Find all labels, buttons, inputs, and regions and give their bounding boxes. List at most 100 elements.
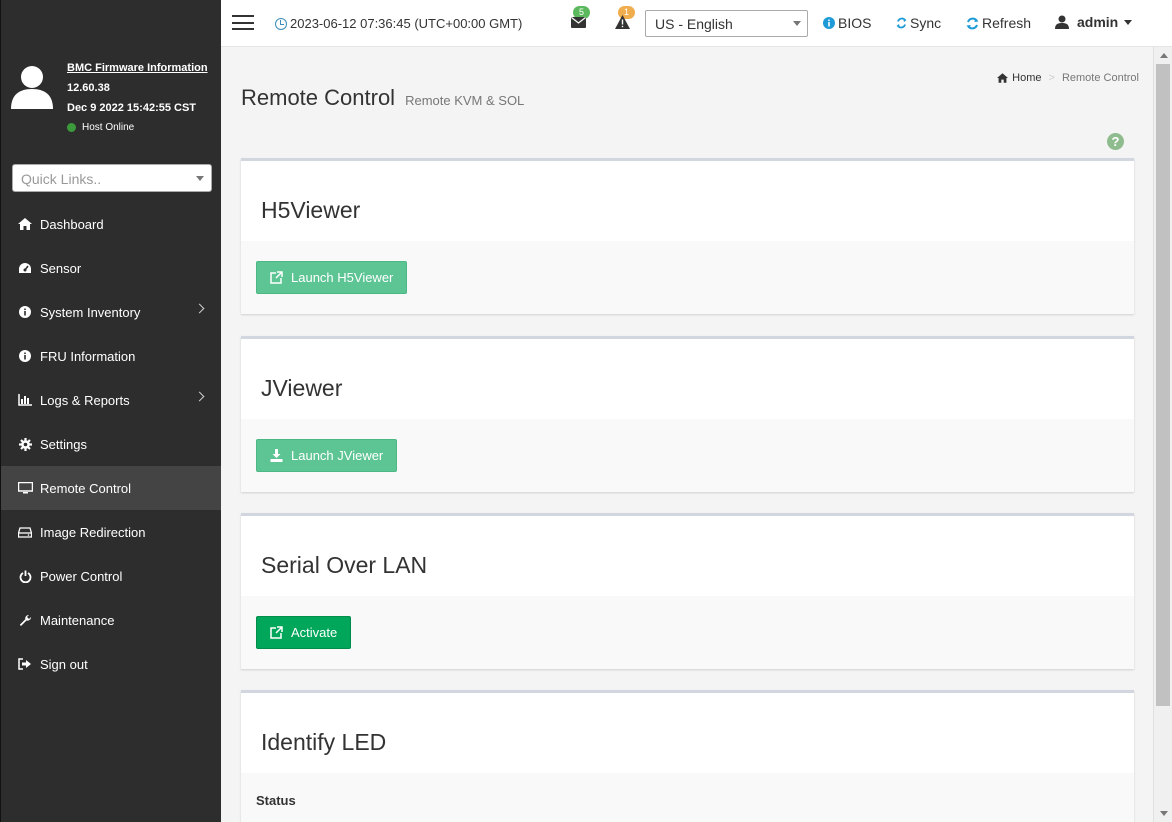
firmware-info: BMC Firmware Information 12.60.38 Dec 9 … <box>67 62 208 133</box>
jviewer-title: JViewer <box>261 375 343 401</box>
sidebar-item-system-inventory[interactable]: System Inventory <box>1 290 221 334</box>
chevron-down-icon <box>793 21 801 26</box>
identify-led-panel: Identify LED Status <box>241 690 1134 822</box>
page-scrollbar[interactable] <box>1153 47 1172 822</box>
sync-icon <box>896 17 907 29</box>
launch-jviewer-button[interactable]: Launch JViewer <box>256 439 398 472</box>
download-icon <box>270 449 283 462</box>
firmware-info-link[interactable]: BMC Firmware Information <box>67 62 208 74</box>
monitor-icon <box>17 481 33 495</box>
external-link-icon <box>270 626 283 639</box>
identify-led-title: Identify LED <box>261 729 387 755</box>
sol-title: Serial Over LAN <box>261 552 428 578</box>
firmware-date: Dec 9 2022 15:42:55 CST <box>67 102 197 114</box>
launch-h5viewer-label: Launch H5Viewer <box>291 270 394 285</box>
bios-label: BIOS <box>838 15 872 31</box>
sidebar-item-label: Maintenance <box>40 612 115 628</box>
host-status-dot-icon <box>67 123 76 132</box>
sidebar-item-logs-reports[interactable]: Logs & Reports <box>1 378 221 422</box>
power-icon <box>17 569 33 583</box>
bios-link[interactable]: BIOS <box>823 15 871 31</box>
language-select[interactable]: US - English <box>645 10 808 37</box>
top-header: 2023-06-12 07:36:45 (UTC+00:00 GMT) 5 1 … <box>221 0 1172 47</box>
breadcrumb-home[interactable]: Home <box>1012 72 1041 84</box>
firmware-version: 12.60.38 <box>67 82 110 94</box>
sidebar-item-fru-information[interactable]: FRU Information <box>1 334 221 378</box>
refresh-link[interactable]: Refresh <box>966 15 1031 31</box>
sidebar-item-label: Settings <box>40 436 87 452</box>
help-icon[interactable]: ? <box>1107 133 1124 150</box>
sidebar-item-remote-control[interactable]: Remote Control <box>1 466 221 510</box>
activate-sol-label: Activate <box>291 625 338 640</box>
drive-icon <box>17 525 33 539</box>
breadcrumb-current: Remote Control <box>1061 72 1139 84</box>
sidebar-menu: Dashboard Sensor System Inventory FRU In… <box>1 202 221 686</box>
sidebar-item-image-redirection[interactable]: Image Redirection <box>1 510 221 554</box>
sidebar-item-label: Logs & Reports <box>40 392 130 408</box>
jviewer-panel: JViewer Launch JViewer <box>241 336 1134 492</box>
sidebar-item-dashboard[interactable]: Dashboard <box>1 202 221 246</box>
gear-icon <box>17 437 33 451</box>
quick-links-select[interactable]: Quick Links.. <box>12 164 212 192</box>
refresh-label: Refresh <box>982 15 1032 31</box>
activate-sol-button[interactable]: Activate <box>256 616 352 649</box>
sidebar-item-label: Remote Control <box>40 480 132 496</box>
info-icon <box>17 305 33 319</box>
bar-chart-icon <box>17 393 33 407</box>
sidebar-item-label: Image Redirection <box>40 524 146 540</box>
page-subtitle: Remote KVM & SOL <box>405 93 525 108</box>
h5viewer-panel: H5Viewer Launch H5Viewer <box>241 158 1134 314</box>
user-panel: BMC Firmware Information 12.60.38 Dec 9 … <box>1 0 221 150</box>
identify-led-body: Status <box>241 773 1134 822</box>
page-title: Remote Control Remote KVM & SOL <box>241 85 524 111</box>
external-link-icon <box>270 271 283 284</box>
home-icon <box>997 73 1009 83</box>
sign-out-icon <box>17 657 33 671</box>
hamburger-menu-icon[interactable] <box>232 15 254 30</box>
jviewer-body: Launch JViewer <box>241 419 1134 492</box>
wrench-icon <box>17 613 33 627</box>
datetime-text: 2023-06-12 07:36:45 (UTC+00:00 GMT) <box>290 16 523 31</box>
launch-jviewer-label: Launch JViewer <box>291 448 384 463</box>
main-content: Remote Control Remote KVM & SOL Home > R… <box>221 47 1153 822</box>
sidebar-item-power-control[interactable]: Power Control <box>1 554 221 598</box>
scroll-up-icon[interactable] <box>1160 53 1168 58</box>
sidebar-item-settings[interactable]: Settings <box>1 422 221 466</box>
sidebar-item-label: System Inventory <box>40 304 141 320</box>
dashboard-gauge-icon <box>17 261 33 275</box>
breadcrumb-separator: > <box>1048 72 1055 84</box>
sync-link[interactable]: Sync <box>896 15 941 31</box>
sidebar-item-maintenance[interactable]: Maintenance <box>1 598 221 642</box>
scroll-down-icon[interactable] <box>1160 811 1168 816</box>
sol-panel: Serial Over LAN Activate <box>241 513 1134 669</box>
user-name: admin <box>1077 14 1119 30</box>
scrollbar-thumb[interactable] <box>1156 64 1170 706</box>
chevron-right-icon <box>194 391 205 402</box>
user-menu[interactable]: admin <box>1055 14 1133 30</box>
user-icon <box>1055 15 1069 29</box>
chevron-right-icon <box>194 303 205 314</box>
led-status-label: Status <box>256 793 296 808</box>
refresh-icon <box>966 17 979 30</box>
h5viewer-body: Launch H5Viewer <box>241 241 1134 314</box>
clock-icon <box>275 17 287 30</box>
user-avatar-icon <box>11 66 53 109</box>
warning-icon[interactable] <box>615 15 630 32</box>
sidebar: BMC Firmware Information 12.60.38 Dec 9 … <box>0 0 221 822</box>
envelope-icon[interactable] <box>571 16 586 31</box>
launch-h5viewer-button[interactable]: Launch H5Viewer <box>256 261 408 294</box>
breadcrumb: Home > Remote Control <box>997 72 1139 84</box>
host-status-text: Host Online <box>82 122 135 133</box>
sidebar-item-label: Power Control <box>40 568 123 584</box>
chevron-down-icon <box>1124 19 1133 25</box>
sidebar-item-sign-out[interactable]: Sign out <box>1 642 221 686</box>
language-selected: US - English <box>655 16 733 32</box>
chevron-down-icon <box>196 176 204 181</box>
sol-body: Activate <box>241 596 1134 669</box>
page-title-text: Remote Control <box>241 85 396 110</box>
sidebar-item-sensor[interactable]: Sensor <box>1 246 221 290</box>
header-datetime: 2023-06-12 07:36:45 (UTC+00:00 GMT) <box>275 16 522 31</box>
sidebar-item-label: FRU Information <box>40 348 136 364</box>
sidebar-item-label: Dashboard <box>40 216 104 232</box>
host-status: Host Online <box>67 122 208 133</box>
